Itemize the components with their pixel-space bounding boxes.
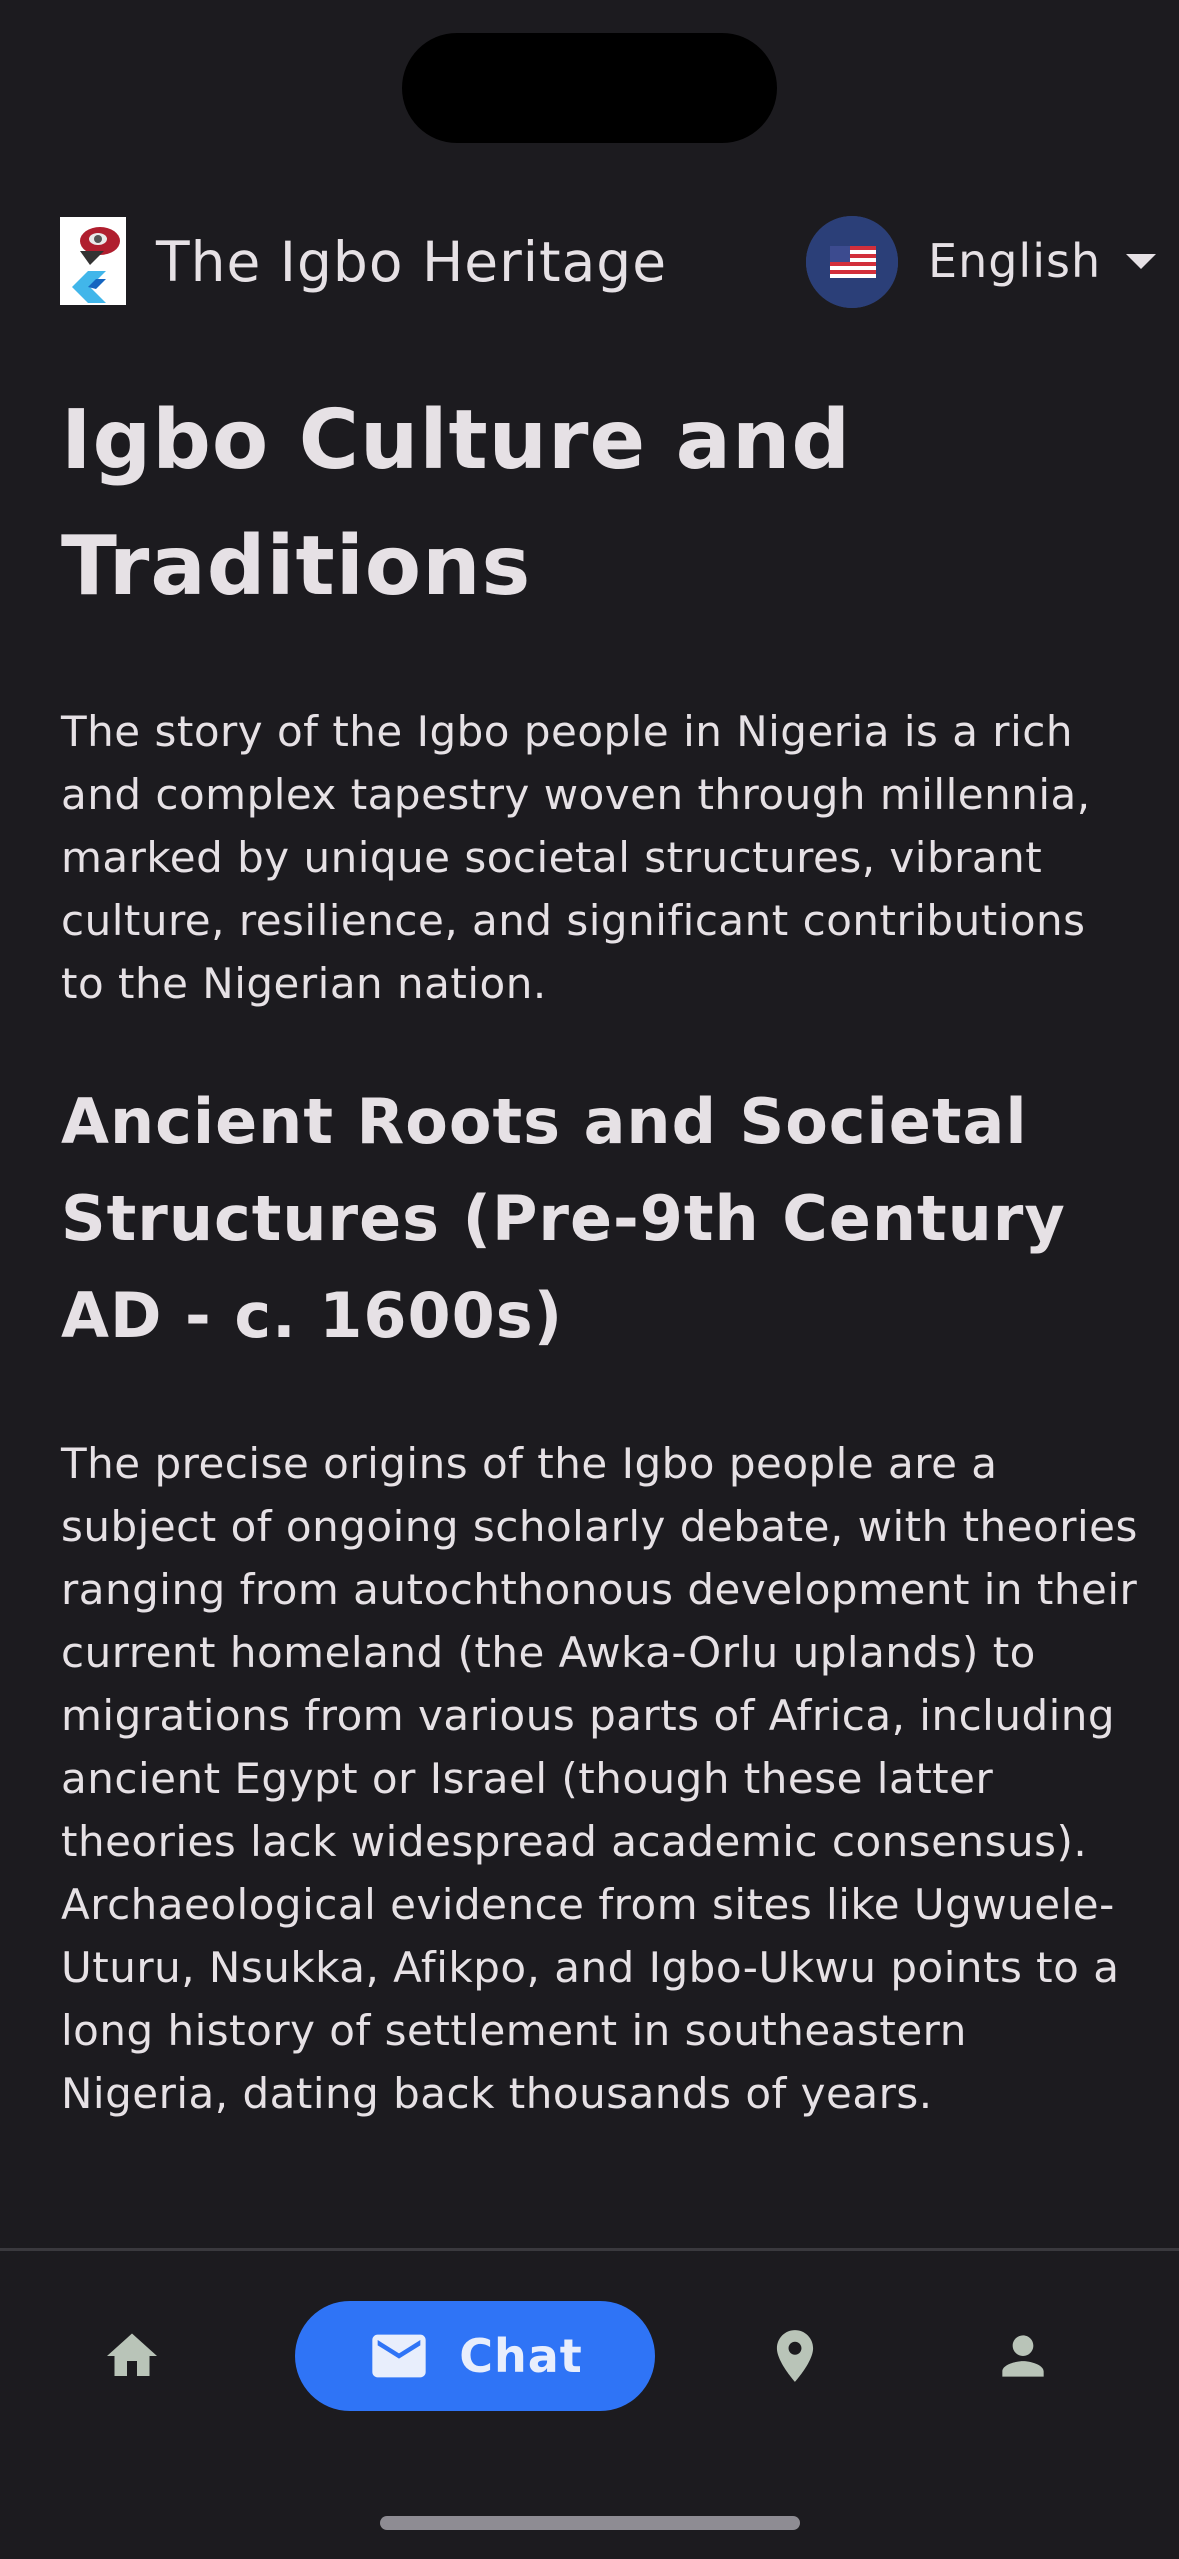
nav-location[interactable] xyxy=(735,2301,855,2411)
dynamic-island xyxy=(402,33,777,143)
language-selector[interactable]: English xyxy=(806,214,1166,310)
app-logo xyxy=(60,217,126,305)
nav-chat-label: Chat xyxy=(459,2329,583,2383)
article-content: Igbo Culture and Traditions The story of… xyxy=(61,378,1141,2125)
section-paragraph: The precise origins of the Igbo people a… xyxy=(61,1439,1138,2118)
page-title: Igbo Culture and Traditions xyxy=(61,393,852,614)
location-pin-icon xyxy=(776,2330,814,2382)
intro-paragraph: The story of the Igbo people in Nigeria … xyxy=(61,707,1091,1008)
us-flag-icon xyxy=(806,216,898,308)
app-title: The Igbo Heritage xyxy=(156,230,668,294)
nav-profile[interactable] xyxy=(963,2301,1083,2411)
dropdown-arrow-icon xyxy=(1126,254,1156,269)
mail-icon xyxy=(372,2334,426,2378)
app-bar: The Igbo Heritage English xyxy=(0,200,1179,324)
home-indicator xyxy=(380,2516,800,2530)
home-icon xyxy=(107,2333,157,2376)
nav-home[interactable] xyxy=(72,2301,192,2411)
bottom-navigation: Chat xyxy=(0,2248,1179,2559)
section-heading: Ancient Roots and Societal Structures (P… xyxy=(61,1085,1066,1352)
person-icon xyxy=(1002,2335,1044,2377)
language-label: English xyxy=(928,234,1102,288)
nav-chat[interactable]: Chat xyxy=(295,2301,655,2411)
